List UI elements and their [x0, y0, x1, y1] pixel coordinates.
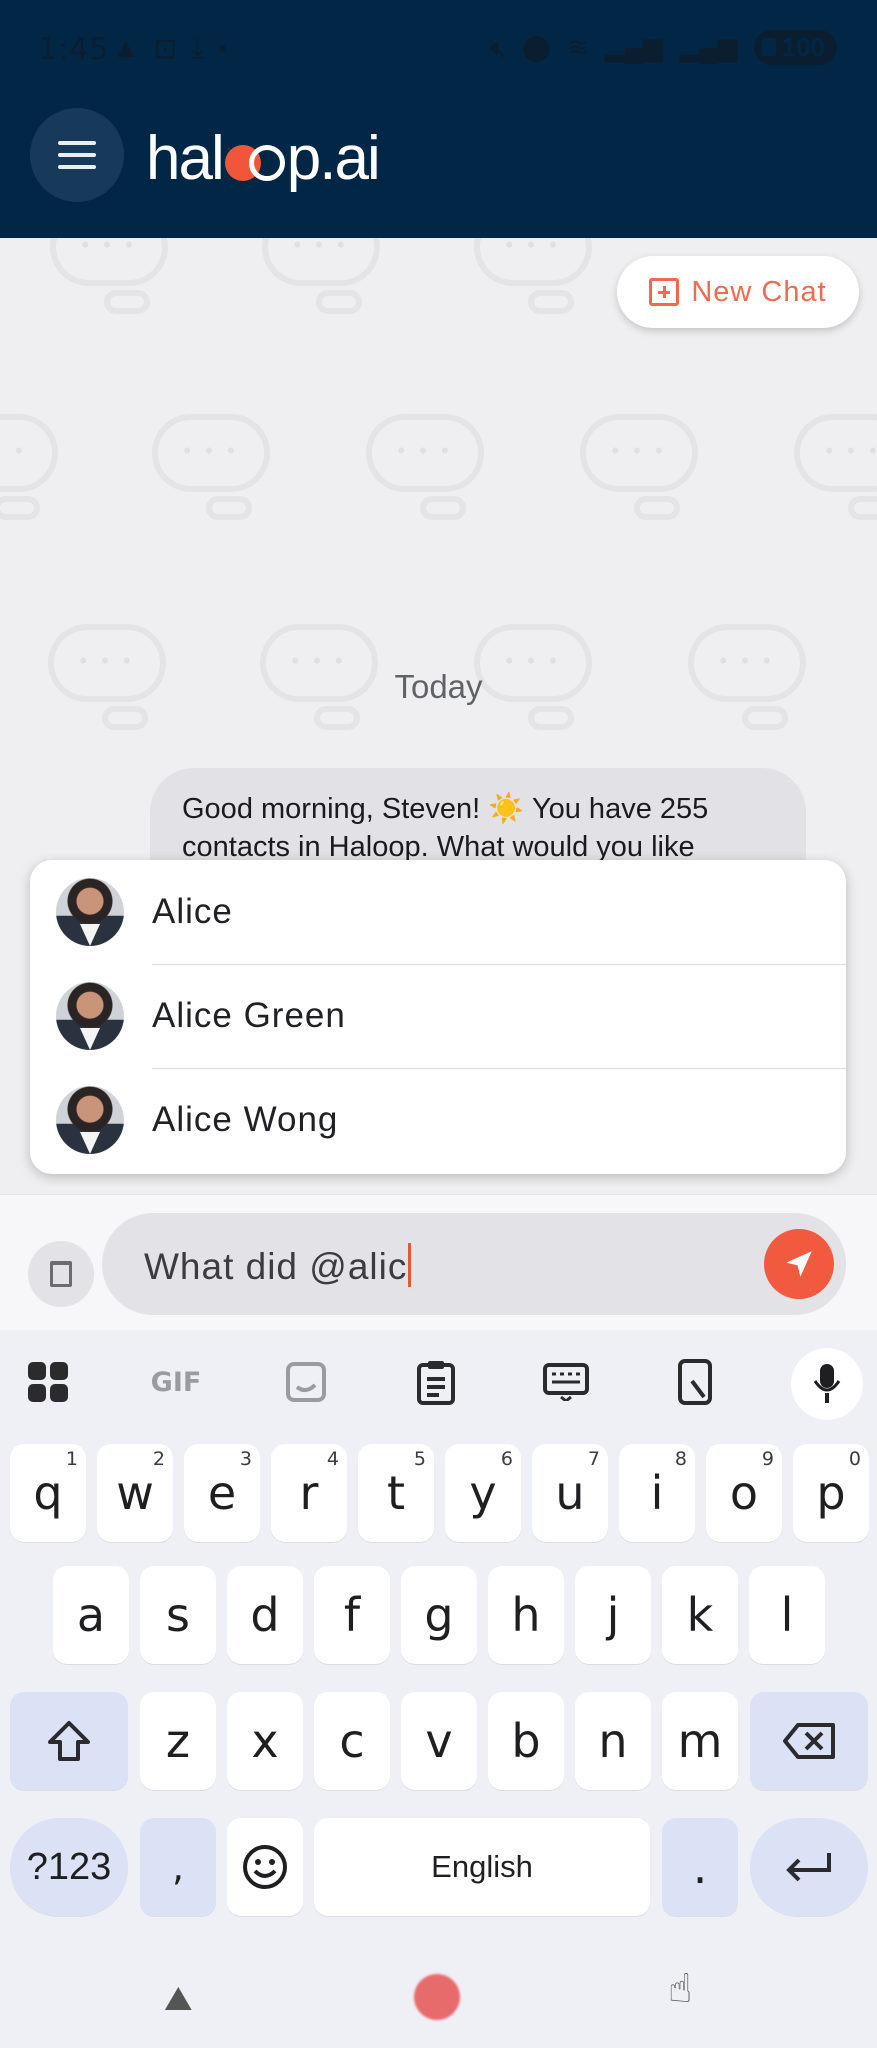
key-k[interactable]: k: [662, 1566, 738, 1664]
mic-button[interactable]: [791, 1348, 863, 1420]
new-chat-label: New Chat: [691, 275, 827, 308]
home-button[interactable]: [414, 1974, 460, 2020]
key-a[interactable]: a: [53, 1566, 129, 1664]
mention-item[interactable]: Alice: [30, 860, 846, 964]
menu-button[interactable]: [30, 108, 124, 202]
shift-icon: [48, 1721, 90, 1761]
key-l[interactable]: l: [749, 1566, 825, 1664]
new-chat-icon: [649, 278, 680, 306]
key-j[interactable]: j: [575, 1566, 651, 1664]
back-gesture-icon[interactable]: ⛰: [164, 1980, 193, 2019]
key-d[interactable]: d: [227, 1566, 303, 1664]
warning-icon: ▲: [112, 32, 140, 63]
mention-name: Alice Wong: [152, 1100, 339, 1139]
emoji-key[interactable]: [227, 1818, 303, 1916]
mention-name: Alice: [152, 892, 233, 931]
enter-key[interactable]: [750, 1818, 868, 1916]
avatar: [56, 878, 124, 946]
hamburger-icon: [58, 141, 96, 169]
period-key[interactable]: .: [662, 1818, 738, 1916]
backspace-key[interactable]: [750, 1692, 868, 1790]
signal-icon: ▂▄▆: [604, 32, 664, 62]
status-icons-right: 🔇︎ ⬤ ≋ ▂▄▆ ▂▄▆ 100: [489, 30, 837, 65]
key-c[interactable]: c: [314, 1692, 390, 1790]
dot-icon: ●: [217, 40, 228, 57]
sticker-icon[interactable]: [276, 1352, 336, 1412]
key-z[interactable]: z: [140, 1692, 216, 1790]
app-header: 1:45 ▲ ⊡ ⤓ ● 🔇︎ ⬤ ≋ ▂▄▆ ▂▄▆ 100 hal p.ai: [0, 0, 877, 238]
key-v[interactable]: v: [401, 1692, 477, 1790]
battery-indicator: 100: [753, 30, 837, 65]
send-button[interactable]: [764, 1229, 834, 1299]
key-f[interactable]: f: [314, 1566, 390, 1664]
key-h[interactable]: h: [488, 1566, 564, 1664]
location-icon: ⬤: [521, 32, 551, 62]
download-icon: ⤓: [191, 32, 204, 63]
message-input[interactable]: What did @alic: [102, 1213, 846, 1315]
new-chat-button[interactable]: New Chat: [617, 256, 859, 328]
mention-item[interactable]: Alice Wong: [30, 1068, 846, 1172]
avatar: [56, 982, 124, 1050]
key-e[interactable]: e3: [184, 1444, 260, 1542]
backspace-icon: [783, 1723, 835, 1759]
key-u[interactable]: u7: [532, 1444, 608, 1542]
status-icons-left: ▲ ⊡ ⤓ ●: [112, 32, 227, 66]
symbols-key[interactable]: ?123: [10, 1818, 128, 1916]
key-b[interactable]: b: [488, 1692, 564, 1790]
emoji-icon: [243, 1845, 287, 1889]
message-input-value: What did @alic: [144, 1246, 408, 1287]
gif-button[interactable]: GIF: [146, 1352, 206, 1412]
app-logo: hal p.ai: [146, 123, 381, 193]
compose-bar: What did @alic: [0, 1194, 877, 1330]
mention-suggestions: Alice Alice Green Alice Wong: [30, 860, 846, 1174]
text-caret: [408, 1243, 412, 1287]
key-y[interactable]: y6: [445, 1444, 521, 1542]
status-bar: 1:45 ▲ ⊡ ⤓ ● 🔇︎ ⬤ ≋ ▂▄▆ ▂▄▆ 100: [0, 0, 877, 100]
status-time: 1:45: [38, 32, 110, 67]
key-m[interactable]: m: [662, 1692, 738, 1790]
recents-icon[interactable]: ☝: [668, 1966, 692, 2012]
mention-name: Alice Green: [152, 996, 346, 1035]
trash-icon: [50, 1261, 72, 1287]
date-divider: Today: [394, 668, 483, 705]
key-r[interactable]: r4: [271, 1444, 347, 1542]
phone-icon[interactable]: [666, 1352, 726, 1412]
key-x[interactable]: x: [227, 1692, 303, 1790]
key-n[interactable]: n: [575, 1692, 651, 1790]
key-o[interactable]: o9: [706, 1444, 782, 1542]
enter-icon: [786, 1853, 831, 1882]
keyboard-icon[interactable]: [536, 1352, 596, 1412]
mute-icon: 🔇︎: [489, 31, 506, 62]
shift-key[interactable]: [10, 1692, 128, 1790]
key-s[interactable]: s: [140, 1566, 216, 1664]
send-icon: [786, 1251, 812, 1277]
key-p[interactable]: p0: [793, 1444, 869, 1542]
apps-icon[interactable]: [18, 1352, 78, 1412]
key-q[interactable]: q1: [10, 1444, 86, 1542]
clipboard-icon[interactable]: [406, 1352, 466, 1412]
space-key[interactable]: English: [314, 1818, 650, 1916]
wifi-icon: ≋: [566, 32, 589, 62]
mic-icon: [813, 1364, 841, 1403]
key-t[interactable]: t5: [358, 1444, 434, 1542]
system-nav-bar: ⛰ ☝: [0, 1930, 877, 2048]
keyboard-toolbar: GIF: [0, 1330, 877, 1434]
clear-chat-button[interactable]: [28, 1241, 94, 1307]
comma-key[interactable]: ,: [140, 1818, 216, 1916]
screenshot-icon: ⊡: [153, 33, 178, 64]
signal-icon: ▂▄▆: [679, 32, 738, 62]
sun-emoji: ☀️: [488, 793, 525, 825]
key-g[interactable]: g: [401, 1566, 477, 1664]
key-i[interactable]: i8: [619, 1444, 695, 1542]
mention-item[interactable]: Alice Green: [30, 964, 846, 1068]
key-w[interactable]: w2: [97, 1444, 173, 1542]
avatar: [56, 1086, 124, 1154]
